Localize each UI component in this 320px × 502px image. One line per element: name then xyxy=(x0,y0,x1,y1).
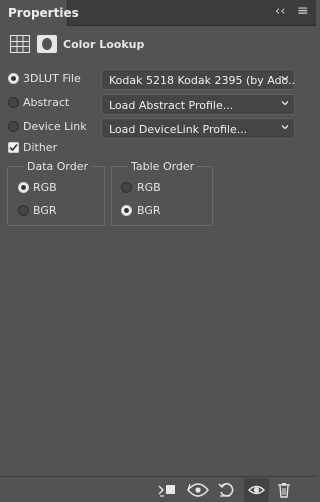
source-row-3dlut: 3DLUT File Kodak 5218 Kodak 2395 (by Ado… xyxy=(0,68,316,92)
label-3dlut-file: 3DLUT File xyxy=(23,72,81,85)
label-abstract: Abstract xyxy=(23,96,70,109)
chevron-down-icon xyxy=(281,125,289,130)
trash-icon[interactable] xyxy=(276,482,294,498)
select-3dlut-file[interactable]: Kodak 5218 Kodak 2395 (by Ado... xyxy=(101,69,295,90)
label-device-link: Device Link xyxy=(23,120,87,133)
source-row-devicelink: Device Link Load DeviceLink Profile... xyxy=(0,116,316,140)
label-data-order-bgr: BGR xyxy=(33,204,57,217)
panel-tab-bar: Properties ‹‹ ≡ xyxy=(0,0,316,26)
radio-table-order-rgb[interactable] xyxy=(121,182,132,193)
panel-footer-toolbar xyxy=(0,476,316,502)
label-dither: Dither xyxy=(23,141,58,154)
collapse-panel-icon[interactable]: ‹‹ xyxy=(275,4,285,19)
adjustment-title-row: Color Lookup xyxy=(0,26,316,62)
reset-icon[interactable] xyxy=(218,482,236,498)
radio-data-order-rgb[interactable] xyxy=(18,182,29,193)
select-devicelink-profile[interactable]: Load DeviceLink Profile... xyxy=(101,118,295,139)
chevron-down-icon xyxy=(281,76,289,81)
radio-3dlut-file[interactable] xyxy=(8,73,19,84)
dither-checkbox[interactable] xyxy=(8,142,19,153)
checkmark-icon xyxy=(9,143,18,152)
data-order-title: Data Order xyxy=(24,160,92,173)
label-table-order-bgr: BGR xyxy=(137,204,161,217)
radio-table-order-bgr[interactable] xyxy=(121,205,132,216)
radio-abstract[interactable] xyxy=(8,97,19,108)
select-abstract-value: Load Abstract Profile... xyxy=(109,99,234,112)
chevron-down-icon xyxy=(281,101,289,106)
tab-properties[interactable]: Properties xyxy=(0,0,79,26)
panel-title: Color Lookup xyxy=(63,38,145,51)
select-devicelink-value: Load DeviceLink Profile... xyxy=(109,123,248,136)
label-data-order-rgb: RGB xyxy=(33,181,57,194)
adjustment-layer-icon[interactable] xyxy=(10,35,30,53)
table-order-group: Table Order RGB BGR xyxy=(111,160,213,226)
radio-device-link[interactable] xyxy=(8,121,19,132)
properties-panel: Properties ‹‹ ≡ Color Lookup 3DLUT File … xyxy=(0,0,316,502)
select-3dlut-value: Kodak 5218 Kodak 2395 (by Ado... xyxy=(109,74,295,87)
clip-to-layer-icon[interactable] xyxy=(157,482,175,498)
layer-mask-icon[interactable] xyxy=(37,35,57,53)
panel-menu-icon[interactable]: ≡ xyxy=(297,3,309,19)
view-previous-state-icon[interactable] xyxy=(187,482,209,498)
radio-data-order-bgr[interactable] xyxy=(18,205,29,216)
data-order-group: Data Order RGB BGR xyxy=(7,160,105,226)
select-abstract-profile[interactable]: Load Abstract Profile... xyxy=(101,94,295,115)
source-row-abstract: Abstract Load Abstract Profile... xyxy=(0,92,316,116)
visibility-eye-icon xyxy=(247,485,266,495)
table-order-title: Table Order xyxy=(128,160,198,173)
visibility-toggle-button[interactable] xyxy=(244,478,269,502)
label-table-order-rgb: RGB xyxy=(137,181,161,194)
